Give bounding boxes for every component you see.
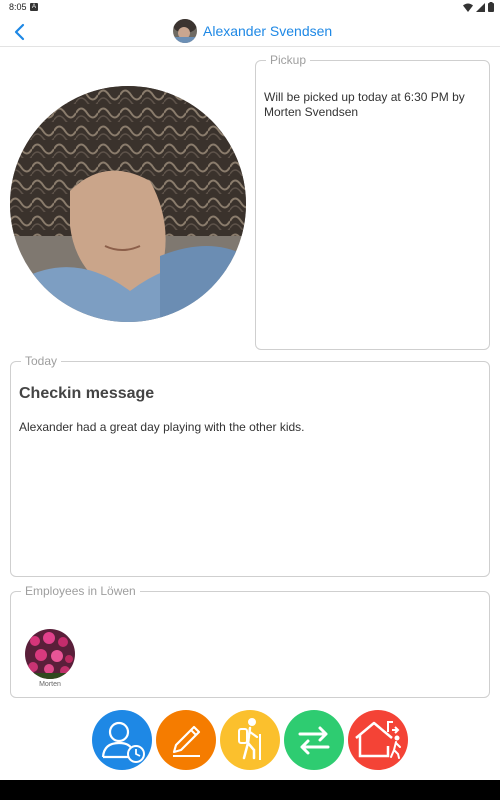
- pickup-text: Will be picked up today at 6:30 PM by Mo…: [264, 90, 465, 119]
- child-photo: [10, 86, 246, 322]
- app-bar: Alexander Svendsen: [0, 15, 500, 47]
- header-title-group: Alexander Svendsen: [173, 19, 332, 43]
- action-bar: [0, 710, 500, 770]
- back-button[interactable]: [9, 21, 31, 43]
- trip-button[interactable]: [220, 710, 280, 770]
- transfer-button[interactable]: [284, 710, 344, 770]
- wifi-icon: [463, 3, 473, 12]
- chevron-left-icon: [14, 23, 25, 41]
- user-clock-icon: [92, 710, 152, 770]
- employee-avatar: [25, 629, 75, 679]
- notification-icon: A: [30, 3, 38, 11]
- employees-legend: Employees in Löwen: [25, 584, 136, 598]
- pickup-legend: Pickup: [270, 53, 307, 67]
- status-bar: 8:05 A: [0, 0, 500, 15]
- hiker-icon: [220, 710, 280, 770]
- today-legend: Today: [25, 354, 58, 368]
- battery-icon: [488, 2, 494, 12]
- employee-item[interactable]: Morten: [24, 629, 76, 688]
- employee-name: Morten: [39, 681, 61, 688]
- checkin-history-button[interactable]: [92, 710, 152, 770]
- checkin-message: Alexander had a great day playing with t…: [19, 420, 305, 434]
- page-title: Alexander Svendsen: [203, 23, 333, 39]
- checkout-button[interactable]: [348, 710, 408, 770]
- house-exit-icon: [348, 710, 408, 770]
- pickup-panel: Pickup Will be picked up today at 6:30 P…: [255, 53, 490, 350]
- signal-icon: [476, 2, 485, 12]
- employees-panel: Employees in Löwen Morten: [10, 584, 490, 698]
- avatar: [173, 19, 197, 43]
- system-icons: [463, 2, 494, 12]
- edit-button[interactable]: [156, 710, 216, 770]
- system-nav-bar: [0, 780, 500, 800]
- today-panel: Today Checkin message Alexander had a gr…: [10, 354, 490, 577]
- checkin-heading: Checkin message: [19, 385, 155, 402]
- pencil-icon: [156, 710, 216, 770]
- status-time: 8:05: [9, 2, 27, 12]
- swap-arrows-icon: [284, 710, 344, 770]
